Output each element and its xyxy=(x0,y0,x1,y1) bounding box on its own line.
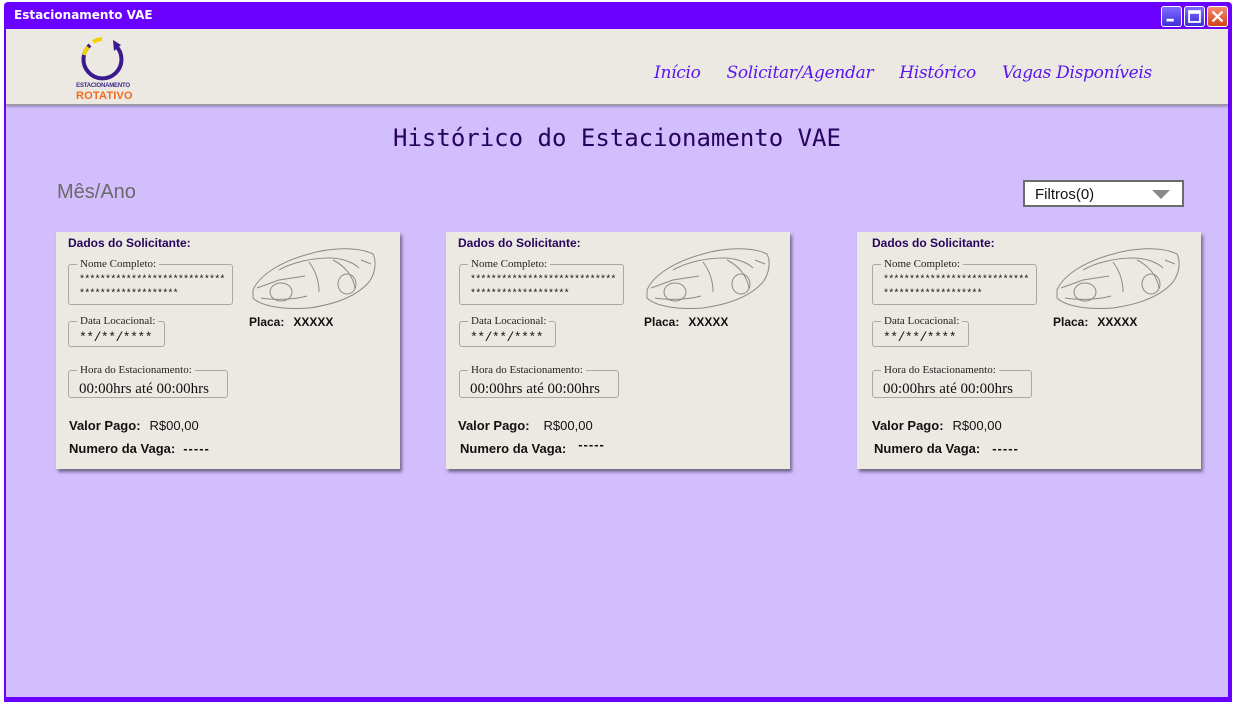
date-value: **/**/**** xyxy=(470,330,544,345)
name-value-line1: **************************** xyxy=(470,275,616,286)
name-label: Nome Completo: xyxy=(468,258,551,270)
plate: Placa: XXXXX xyxy=(644,315,728,329)
paid-row: Valor Pago: R$00,00 xyxy=(872,418,1002,433)
spot-value: ----- xyxy=(578,437,605,452)
paid-value: R$00,00 xyxy=(952,418,1002,433)
paid-row: Valor Pago: R$00,00 xyxy=(458,418,593,433)
nav-solicitar-agendar[interactable]: Solicitar/Agendar xyxy=(727,63,874,83)
plate: Placa: XXXXX xyxy=(249,315,333,329)
app-window: Estacionamento VAE ESTACIONAMENTO ROTATI… xyxy=(4,2,1232,702)
filter-dropdown[interactable]: Filtros(0) xyxy=(1023,180,1184,207)
paid-label: Valor Pago: xyxy=(458,418,530,433)
hour-value: 00:00hrs até 00:00hrs xyxy=(79,381,209,397)
date-field: Data Locacional: **/**/**** xyxy=(459,315,556,347)
nav-inicio[interactable]: Início xyxy=(654,63,701,83)
name-value-line2: ******************* xyxy=(470,289,570,300)
name-label: Nome Completo: xyxy=(77,258,160,270)
paid-label: Valor Pago: xyxy=(69,418,141,433)
spot-value: ----- xyxy=(183,441,210,456)
car-icon xyxy=(1056,248,1180,309)
hour-field: Hora do Estacionamento: 00:00hrs até 00:… xyxy=(459,364,619,398)
name-value-line2: ******************* xyxy=(79,289,179,300)
name-field: Nome Completo: *************************… xyxy=(68,258,233,305)
logo-rotate-icon xyxy=(81,37,124,81)
hour-value: 00:00hrs até 00:00hrs xyxy=(883,381,1013,397)
hour-field: Hora do Estacionamento: 00:00hrs até 00:… xyxy=(872,364,1032,398)
page-title: Histórico do Estacionamento VAE xyxy=(393,124,841,152)
logo-text-bottom: ROTATIVO xyxy=(76,90,133,102)
logo[interactable]: ESTACIONAMENTO ROTATIVO xyxy=(76,37,133,102)
minimize-button[interactable] xyxy=(1161,6,1182,27)
spot-row: Numero da Vaga: ----- xyxy=(69,441,210,456)
hour-label: Hora do Estacionamento: xyxy=(881,364,999,376)
name-value-line1: **************************** xyxy=(883,275,1029,286)
history-card: Dados do Solicitante: Nome Completo: ***… xyxy=(446,232,790,469)
spot-label: Numero da Vaga: xyxy=(69,441,176,456)
plate-value: XXXXX xyxy=(1097,315,1138,329)
car-icon xyxy=(646,248,770,309)
plate-value: XXXXX xyxy=(688,315,729,329)
date-label: Data Locacional: xyxy=(881,315,963,327)
name-field: Nome Completo: *************************… xyxy=(459,258,624,305)
car-icon xyxy=(252,248,376,309)
nav-menu: Início Solicitar/Agendar Histórico Vagas… xyxy=(654,63,1152,83)
plate: Placa: XXXXX xyxy=(1053,315,1137,329)
date-label: Data Locacional: xyxy=(468,315,550,327)
logo-text-top: ESTACIONAMENTO xyxy=(76,83,130,89)
plate-label: Placa: xyxy=(644,315,680,329)
name-value-line2: ******************* xyxy=(883,289,983,300)
hour-field: Hora do Estacionamento: 00:00hrs até 00:… xyxy=(68,364,228,398)
close-icon xyxy=(1211,10,1224,23)
plate-label: Placa: xyxy=(249,315,285,329)
spot-label: Numero da Vaga: xyxy=(874,441,981,456)
paid-value: R$00,00 xyxy=(543,418,593,433)
hour-label: Hora do Estacionamento: xyxy=(468,364,586,376)
window-title: Estacionamento VAE xyxy=(14,8,153,22)
date-label: Data Locacional: xyxy=(77,315,159,327)
name-value-line1: **************************** xyxy=(79,275,225,286)
close-button[interactable] xyxy=(1207,6,1228,27)
plate-label: Placa: xyxy=(1053,315,1089,329)
hour-value: 00:00hrs até 00:00hrs xyxy=(470,381,600,397)
maximize-button[interactable] xyxy=(1184,6,1205,27)
nav-historico[interactable]: Histórico xyxy=(899,63,976,83)
name-field: Nome Completo: *************************… xyxy=(872,258,1037,305)
spot-row: Numero da Vaga: ----- xyxy=(874,441,1019,456)
chevron-down-icon xyxy=(1152,190,1170,199)
plate-value: XXXXX xyxy=(293,315,334,329)
paid-label: Valor Pago: xyxy=(872,418,944,433)
history-card: Dados do Solicitante: Nome Completo: ***… xyxy=(56,232,400,469)
navbar: ESTACIONAMENTO ROTATIVO Início Solicitar… xyxy=(6,29,1228,105)
title-bar[interactable]: Estacionamento VAE xyxy=(4,2,1232,28)
minimize-icon xyxy=(1166,18,1174,22)
history-card: Dados do Solicitante: Nome Completo: ***… xyxy=(857,232,1201,469)
hour-label: Hora do Estacionamento: xyxy=(77,364,195,376)
nav-vagas-disponiveis[interactable]: Vagas Disponíveis xyxy=(1002,63,1152,83)
window-content: ESTACIONAMENTO ROTATIVO Início Solicitar… xyxy=(6,29,1228,697)
spot-row: Numero da Vaga: ----- xyxy=(460,437,605,456)
name-label: Nome Completo: xyxy=(881,258,964,270)
paid-row: Valor Pago: R$00,00 xyxy=(69,418,199,433)
date-value: **/**/**** xyxy=(79,330,153,345)
date-field: Data Locacional: **/**/**** xyxy=(68,315,165,347)
date-value: **/**/**** xyxy=(883,330,957,345)
spot-value: ----- xyxy=(992,441,1019,456)
window-controls xyxy=(1161,6,1228,27)
month-year-label: Mês/Ano xyxy=(57,181,136,203)
maximize-icon xyxy=(1188,10,1201,23)
date-field: Data Locacional: **/**/**** xyxy=(872,315,969,347)
paid-value: R$00,00 xyxy=(149,418,199,433)
spot-label: Numero da Vaga: xyxy=(460,441,567,456)
filter-label: Filtros(0) xyxy=(1035,186,1095,203)
